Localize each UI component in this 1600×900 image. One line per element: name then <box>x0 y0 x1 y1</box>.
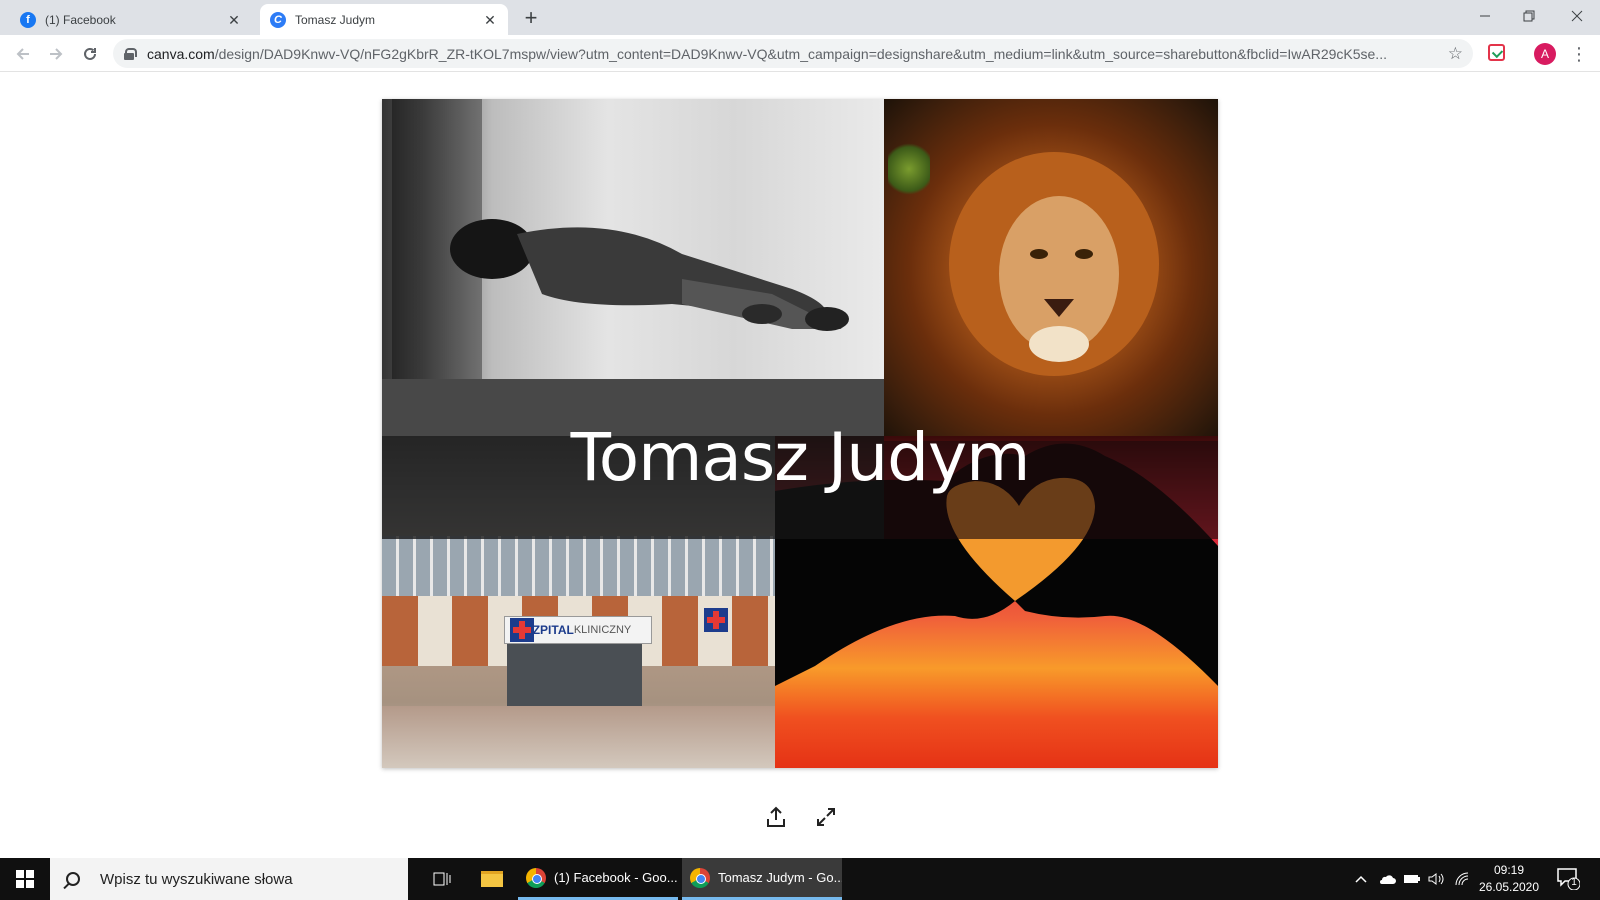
close-icon[interactable]: ✕ <box>226 12 242 28</box>
chevron-up-icon <box>1355 875 1367 883</box>
bookmark-star-icon[interactable]: ☆ <box>1448 44 1463 64</box>
task-view-button[interactable] <box>420 858 464 900</box>
close-icon[interactable]: ✕ <box>482 12 498 28</box>
file-explorer-button[interactable] <box>470 858 514 900</box>
share-button[interactable] <box>761 802 791 832</box>
url-path: /design/DAD9Knwv-VQ/nFG2gKbrR_ZR-tKOL7ms… <box>214 45 1387 62</box>
window-close-button[interactable] <box>1554 0 1600 32</box>
wifi-icon <box>1455 872 1469 886</box>
cloud-icon <box>1380 875 1396 884</box>
medical-cross-icon <box>510 618 534 642</box>
tab-tomasz-judym[interactable]: C Tomasz Judym ✕ <box>260 4 508 35</box>
battery-icon[interactable] <box>1400 858 1424 900</box>
fullscreen-icon <box>817 808 835 826</box>
clock-date: 26.05.2020 <box>1478 880 1540 894</box>
menu-icon[interactable]: ⋮ <box>1568 43 1590 65</box>
lion-photo <box>884 99 1218 441</box>
taskbar: Wpisz tu wyszukiwane słowa (1) Facebook … <box>0 858 1600 900</box>
address-bar[interactable]: canva.com/design/DAD9Knwv-VQ/nFG2gKbrR_Z… <box>113 39 1473 68</box>
browser-toolbar: canva.com/design/DAD9Knwv-VQ/nFG2gKbrR_Z… <box>0 35 1600 72</box>
restore-icon <box>1523 10 1535 22</box>
show-hidden-icons-button[interactable] <box>1350 858 1372 900</box>
medical-cross-icon <box>704 608 728 632</box>
arrow-right-icon <box>50 48 63 60</box>
speaker-icon <box>1428 873 1444 885</box>
back-button[interactable] <box>10 41 36 67</box>
arrow-left-icon <box>16 48 29 60</box>
lion-face-illustration <box>949 152 1159 376</box>
hospital-sign-thin: KLINICZNY <box>573 624 632 636</box>
url-text: canva.com/design/DAD9Knwv-VQ/nFG2gKbrR_Z… <box>147 46 1473 62</box>
extension-icon[interactable] <box>1488 44 1505 61</box>
windows-logo-icon <box>16 870 34 888</box>
taskbar-app-label: Tomasz Judym - Go... <box>718 870 842 885</box>
taskbar-app-tomasz-judym[interactable]: Tomasz Judym - Go... <box>682 858 842 900</box>
canva-icon: C <box>270 11 286 28</box>
task-view-icon <box>433 872 451 886</box>
share-icon <box>767 806 785 827</box>
lock-icon <box>123 47 137 60</box>
tab-strip: f (1) Facebook ✕ C Tomasz Judym ✕ + <box>0 0 1600 35</box>
close-icon <box>1571 10 1583 22</box>
fullscreen-button[interactable] <box>811 802 841 832</box>
minimize-icon <box>1480 15 1490 17</box>
chrome-icon <box>526 867 546 888</box>
system-clock[interactable]: 09:19 26.05.2020 <box>1474 862 1544 896</box>
reload-button[interactable] <box>77 41 103 67</box>
start-button[interactable] <box>0 858 50 900</box>
battery-icon-glyph <box>1404 875 1420 883</box>
action-center-button[interactable]: 1 <box>1556 866 1581 891</box>
taskbar-app-label: (1) Facebook - Goo... <box>554 870 678 885</box>
minimize-button[interactable] <box>1462 0 1508 32</box>
homeless-person-photo <box>382 99 884 379</box>
volume-icon[interactable] <box>1424 858 1448 900</box>
network-icon[interactable] <box>1450 858 1474 900</box>
tab-facebook[interactable]: f (1) Facebook ✕ <box>10 4 252 35</box>
clock-time: 09:19 <box>1493 863 1525 877</box>
taskbar-app-facebook[interactable]: (1) Facebook - Goo... <box>518 858 678 900</box>
reload-icon <box>84 47 96 60</box>
tab-title: Tomasz Judym <box>295 12 376 27</box>
search-placeholder: Wpisz tu wyszukiwane słowa <box>100 870 293 888</box>
taskbar-search-input[interactable]: Wpisz tu wyszukiwane słowa <box>50 858 408 900</box>
avatar[interactable]: A <box>1534 43 1556 65</box>
search-icon <box>66 872 80 886</box>
onedrive-icon[interactable] <box>1375 858 1399 900</box>
url-host: canva.com <box>147 45 215 62</box>
restore-button[interactable] <box>1506 0 1552 32</box>
folder-icon <box>481 871 503 887</box>
design-title: Tomasz Judym <box>570 419 1031 496</box>
notification-count: 1 <box>1571 877 1577 888</box>
chrome-icon <box>690 867 710 888</box>
sleeping-person-illustration <box>450 219 849 331</box>
new-tab-button[interactable]: + <box>518 6 544 32</box>
facebook-icon: f <box>20 11 36 28</box>
forward-button[interactable] <box>43 41 69 67</box>
design-preview: SZPITAL KLINICZNY Tomasz Judym <box>382 99 1218 768</box>
tab-title: (1) Facebook <box>45 12 116 27</box>
